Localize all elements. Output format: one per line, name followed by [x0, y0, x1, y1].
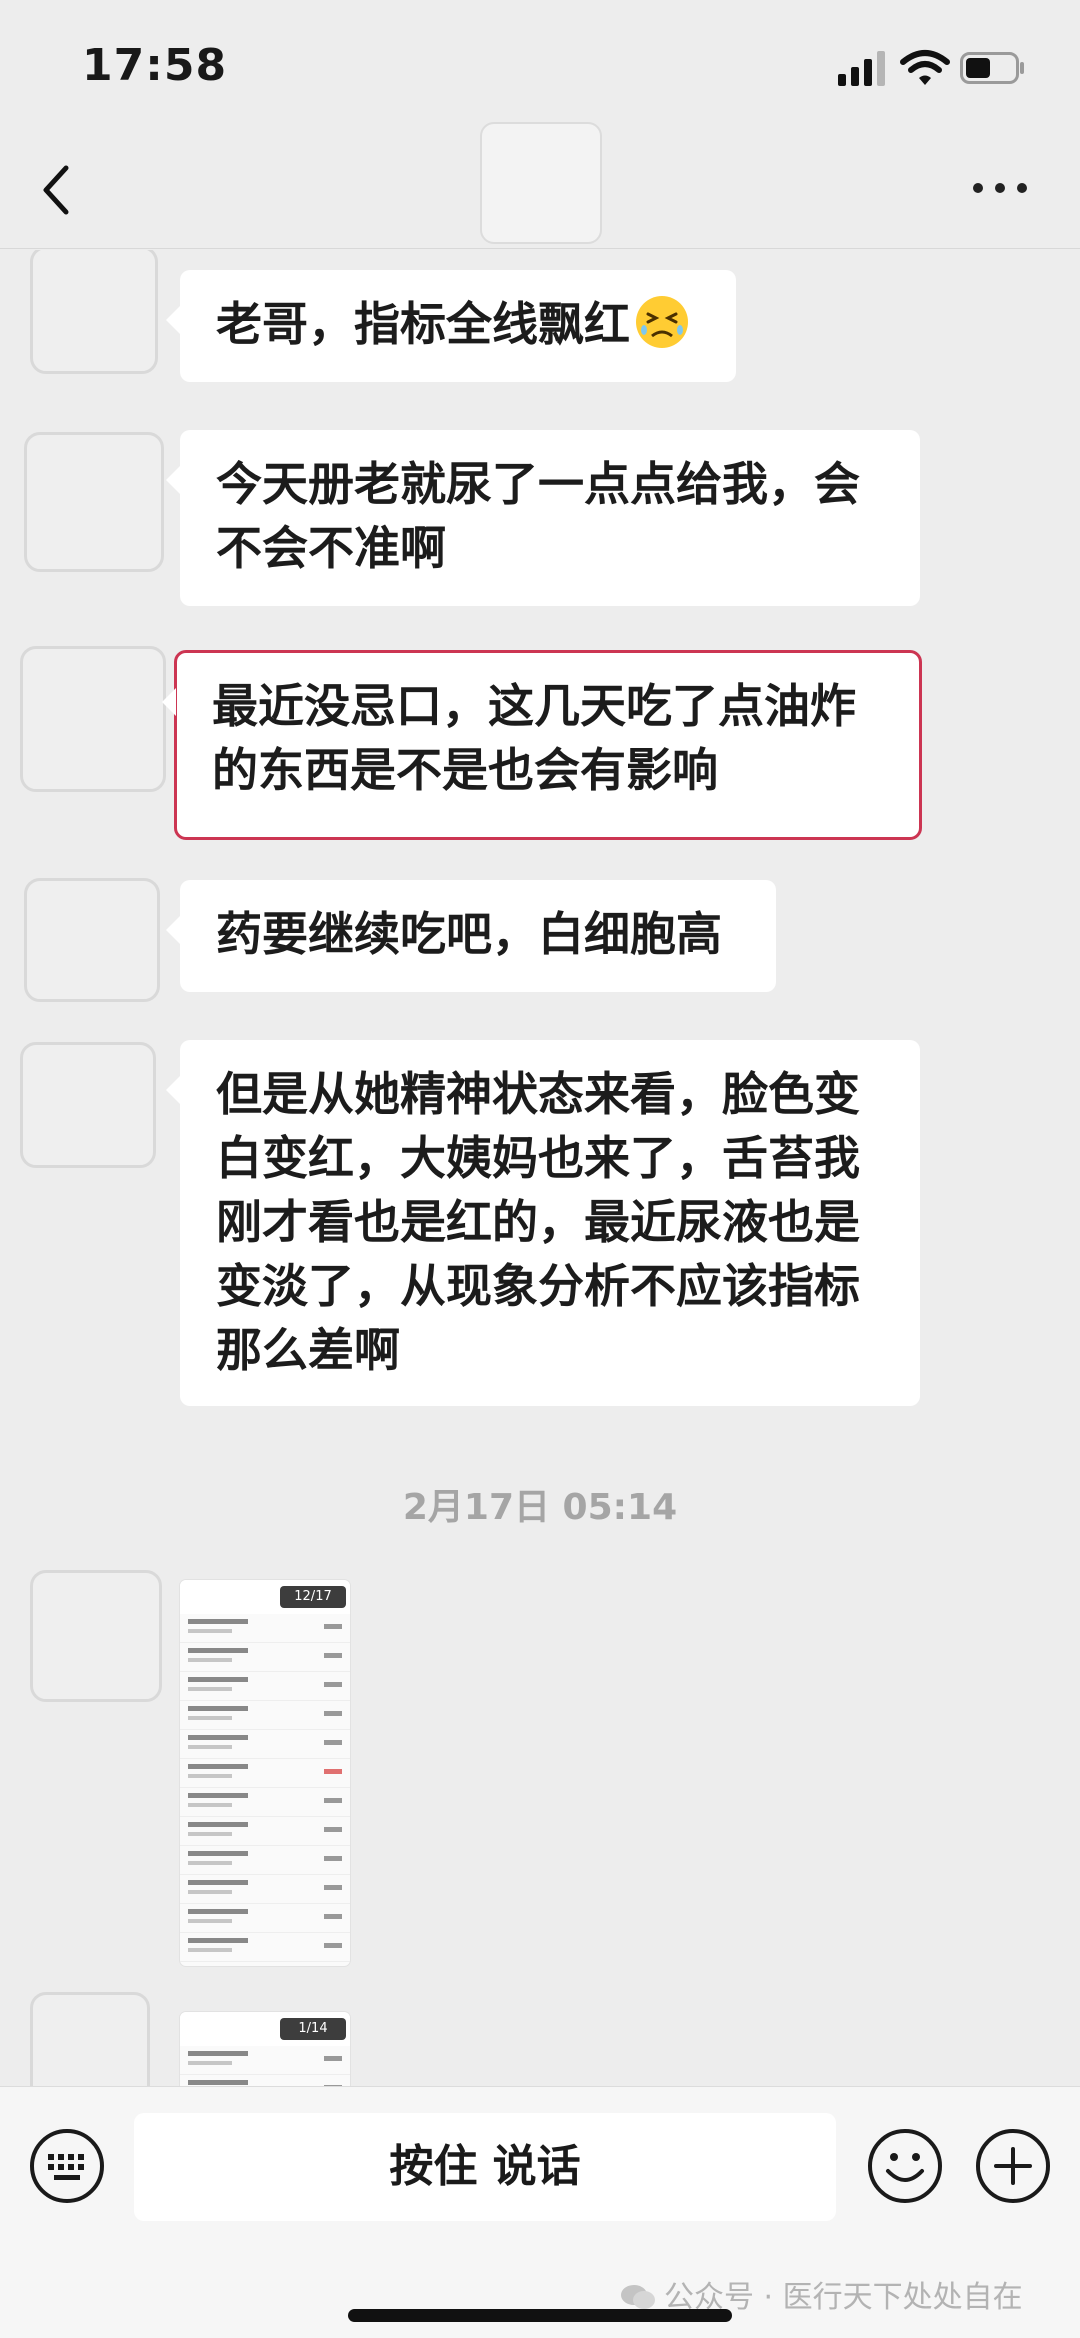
message-text: 药要继续吃吧，白细胞高 [216, 907, 722, 961]
report-row [180, 2075, 350, 2086]
report-row [180, 1817, 350, 1846]
add-icon[interactable] [974, 2127, 1052, 2205]
contact-avatar[interactable] [480, 122, 602, 244]
image-message[interactable]: 1/14 [180, 2012, 350, 2086]
message-text: 但是从她精神状态来看，脸色变白变红，大姨妈也来了，舌苔我刚才看也是红的，最近尿液… [216, 1067, 860, 1377]
message-bubble-highlighted[interactable]: 最近没忌口，这几天吃了点油炸的东西是不是也会有影响 [162, 650, 922, 840]
report-header: 12/17 [180, 1580, 350, 1614]
avatar[interactable] [20, 1042, 156, 1168]
image-message[interactable]: 12/17 [180, 1580, 350, 1966]
wechat-logo-icon [621, 2285, 655, 2309]
report-row [180, 1875, 350, 1904]
report-row [180, 1846, 350, 1875]
report-row [180, 1672, 350, 1701]
more-options-icon[interactable] [970, 178, 1030, 198]
avatar[interactable] [30, 250, 158, 374]
chat-header [0, 122, 1080, 249]
report-row [180, 1643, 350, 1672]
report-row [180, 1701, 350, 1730]
image-page-counter: 1/14 [280, 2018, 346, 2040]
message-timestamp: 2月17日 05:14 [402, 1487, 678, 1528]
report-row [180, 1933, 350, 1962]
message-list[interactable]: 老哥，指标全线飘红 今天册老就尿了一点点给我，会不会不准啊 最近没忌口，这几天吃… [0, 250, 1080, 2086]
signal-icon [838, 51, 885, 86]
message-bubble[interactable]: 今天册老就尿了一点点给我，会不会不准啊 [166, 430, 920, 606]
report-header: 1/14 [180, 2012, 350, 2046]
report-row [180, 1904, 350, 1933]
emoji-icon[interactable] [866, 2127, 944, 2205]
battery-icon [960, 52, 1024, 84]
status-bar: 17:58 [0, 0, 1080, 130]
report-row [180, 2046, 350, 2075]
back-arrow-icon[interactable] [36, 160, 76, 220]
message-bubble[interactable]: 药要继续吃吧，白细胞高 [166, 880, 776, 992]
hold-to-talk-button[interactable]: 按住 说话 [134, 2113, 836, 2221]
avatar[interactable] [24, 878, 160, 1002]
avatar[interactable] [24, 432, 164, 572]
report-row [180, 1759, 350, 1788]
home-indicator[interactable] [348, 2309, 732, 2322]
message-bubble[interactable]: 但是从她精神状态来看，脸色变白变红，大姨妈也来了，舌苔我刚才看也是红的，最近尿液… [166, 1040, 920, 1406]
input-bar: 按住 说话 公众号 · 医行天下处处自在 [0, 2086, 1080, 2338]
avatar[interactable] [20, 646, 166, 792]
message-text: 最近没忌口，这几天吃了点油炸的东西是不是也会有影响 [212, 679, 856, 797]
avatar[interactable] [30, 1992, 150, 2086]
status-time: 17:58 [82, 40, 228, 91]
message-text: 老哥，指标全线飘红 [216, 297, 630, 351]
message-text: 今天册老就尿了一点点给我，会不会不准啊 [216, 457, 860, 575]
wifi-icon [900, 50, 950, 85]
image-page-counter: 12/17 [280, 1586, 346, 1608]
report-row [180, 1730, 350, 1759]
report-row [180, 1788, 350, 1817]
report-row [180, 1614, 350, 1643]
keyboard-icon[interactable] [28, 2127, 106, 2205]
avatar[interactable] [30, 1570, 162, 1702]
message-bubble[interactable]: 老哥，指标全线飘红 [166, 270, 736, 382]
persevering-face-emoji-icon [636, 296, 688, 348]
